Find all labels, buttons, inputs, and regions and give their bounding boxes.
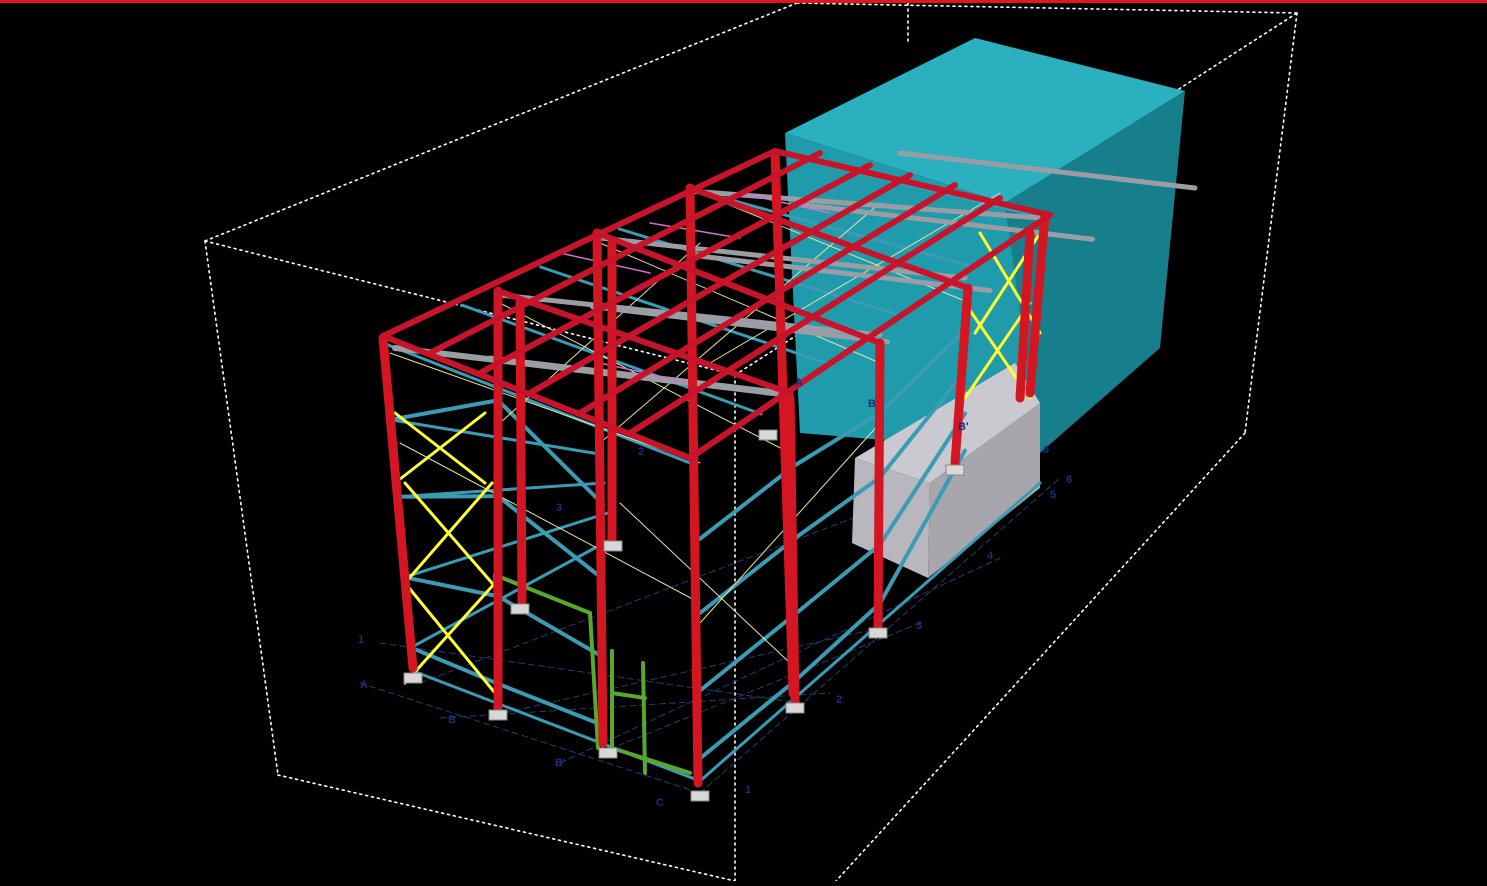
door-header[interactable] xyxy=(610,691,647,700)
grid-label-roof-3: 3 xyxy=(556,502,562,514)
grid-label-back-b-prime: B' xyxy=(958,421,969,433)
3d-viewport[interactable]: 1 A B B' C 1 2 3 4 5 6 6 3 2 A B B' xyxy=(0,2,1487,882)
girt-side[interactable] xyxy=(698,463,797,541)
girt-end[interactable] xyxy=(403,511,610,579)
grid-label-roof-2: 2 xyxy=(638,446,644,458)
column[interactable] xyxy=(378,333,418,673)
column[interactable] xyxy=(685,183,703,788)
grid-label-side-5: 5 xyxy=(1050,489,1056,501)
bbox-edge xyxy=(796,2,1298,14)
grid-label-side-4: 4 xyxy=(987,550,994,562)
girt-front[interactable] xyxy=(496,681,605,728)
girt-side[interactable] xyxy=(698,678,797,761)
base-plate[interactable] xyxy=(868,627,888,639)
grid-label-back-a: A xyxy=(795,377,803,389)
bbox-edge xyxy=(204,240,279,776)
grid-label-front-c: C xyxy=(656,797,664,809)
grid-label-back-b: B xyxy=(868,398,876,410)
girt-side[interactable] xyxy=(793,542,882,617)
door-frame-right[interactable] xyxy=(588,611,600,750)
base-plate[interactable] xyxy=(598,747,618,759)
grid-label-front-1b: 1 xyxy=(745,784,751,796)
grid-label-side-2: 2 xyxy=(836,694,842,706)
grid-line xyxy=(494,627,881,716)
grid-label-front-a: A xyxy=(360,679,368,691)
grid-label-front-b-prime: B' xyxy=(555,757,566,769)
base-plate[interactable] xyxy=(488,709,508,721)
door-sill[interactable] xyxy=(610,746,692,775)
base-plate[interactable] xyxy=(690,790,710,802)
base-plate[interactable] xyxy=(945,464,965,476)
grid-line xyxy=(379,642,801,704)
bracing-cable[interactable] xyxy=(619,502,791,664)
grid-label-front-1: 1 xyxy=(358,634,364,646)
base-plate[interactable] xyxy=(603,540,623,552)
base-plate[interactable] xyxy=(758,429,778,441)
grid-label-front-b: B xyxy=(448,714,456,726)
grid-label-side-6: 6 xyxy=(1066,474,1072,486)
base-plate[interactable] xyxy=(403,672,423,684)
column[interactable] xyxy=(873,338,885,633)
rafter[interactable] xyxy=(380,148,778,339)
base-plate[interactable] xyxy=(785,702,805,714)
bracing-cable[interactable] xyxy=(399,442,701,604)
girt-side[interactable] xyxy=(698,536,797,616)
bbox-edge xyxy=(204,2,798,242)
column[interactable] xyxy=(785,393,800,708)
grid-label-side-6b: 6 xyxy=(1043,444,1049,456)
structural-model[interactable]: 1 A B B' C 1 2 3 4 5 6 6 3 2 A B B' xyxy=(0,2,1487,882)
grid-label-side-3: 3 xyxy=(916,620,922,632)
bbox-edge xyxy=(1244,12,1298,434)
girt-side[interactable] xyxy=(793,601,882,683)
base-plate[interactable] xyxy=(510,603,530,615)
girt-front[interactable] xyxy=(496,494,605,581)
girt-end[interactable] xyxy=(409,537,613,650)
bbox-edge xyxy=(277,774,736,882)
grid-line xyxy=(359,682,701,794)
